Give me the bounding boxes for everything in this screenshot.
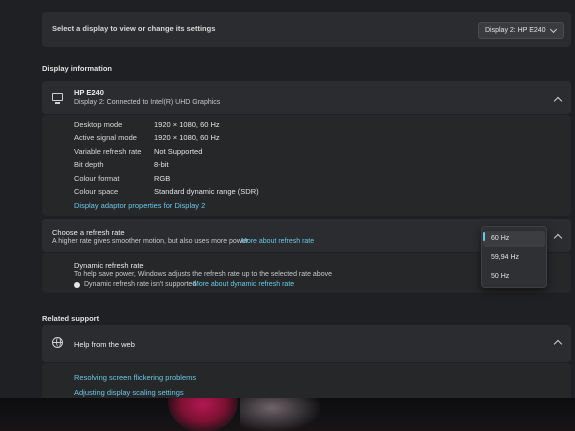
settings-window: Select a display to view or change its s… [0,0,575,398]
refresh-option-50[interactable]: 50 Hz [483,269,545,285]
help-link[interactable]: Adjusting display scaling settings [74,388,184,397]
detail-value: 8-bit [154,160,169,169]
related-support-heading: Related support [42,314,100,323]
refresh-option-label: 59,94 Hz [491,254,520,261]
info-dot-icon [74,282,80,288]
monitor-subtitle: Display 2: Connected to Intel(R) UHD Gra… [74,99,221,106]
refresh-option-5994[interactable]: 59,94 Hz [483,250,545,266]
monitor-icon [52,93,63,101]
detail-label: Colour format [74,174,120,183]
display-info-heading: Display information [42,64,113,73]
detail-value: 1920 × 1080, 60 Hz [154,133,220,142]
detail-label: Colour space [74,187,119,196]
dynamic-refresh-title: Dynamic refresh rate [74,261,144,270]
chevron-down-icon [549,25,558,34]
help-from-web-title: Help from the web [74,340,135,349]
detail-label: Variable refresh rate [74,147,142,156]
detail-value: Standard dynamic range (SDR) [154,187,259,196]
detail-label: Active signal mode [74,133,137,142]
screen-reflection [240,398,320,431]
detail-value: 1920 × 1080, 60 Hz [154,120,220,129]
refresh-rate-flyout: 60 Hz 59,94 Hz 50 Hz [481,226,547,288]
help-link[interactable]: Resolving screen flickering problems [74,373,196,382]
refresh-rate-description: A higher rate gives smoother motion, but… [52,238,249,245]
monitor-stand-icon [55,102,60,104]
globe-icon [52,337,63,348]
display-adaptor-properties-link[interactable]: Display adaptor properties for Display 2 [74,201,205,210]
refresh-option-60[interactable]: 60 Hz [483,231,545,247]
detail-label: Bit depth [74,160,104,169]
dynamic-refresh-status: Dynamic refresh rate isn't supported [84,281,197,288]
detail-label: Desktop mode [74,120,123,129]
refresh-rate-title: Choose a refresh rate [52,228,125,237]
display-select-value: Display 2: HP E240 [485,27,546,34]
detail-value: Not Supported [154,147,203,156]
dynamic-refresh-description: To help save power, Windows adjusts the … [74,271,332,278]
refresh-option-label: 50 Hz [491,273,510,280]
monitor-header-card[interactable] [42,81,571,114]
display-select-dropdown[interactable]: Display 2: HP E240 [478,22,564,39]
detail-value: RGB [154,174,171,183]
refresh-option-label: 60 Hz [491,235,510,242]
more-about-dynamic-refresh-link[interactable]: More about dynamic refresh rate [193,281,294,288]
select-display-prompt: Select a display to view or change its s… [52,24,216,33]
monitor-name: HP E240 [74,88,104,97]
more-about-refresh-rate-link[interactable]: More about refresh rate [241,238,314,245]
selected-indicator [483,232,485,241]
